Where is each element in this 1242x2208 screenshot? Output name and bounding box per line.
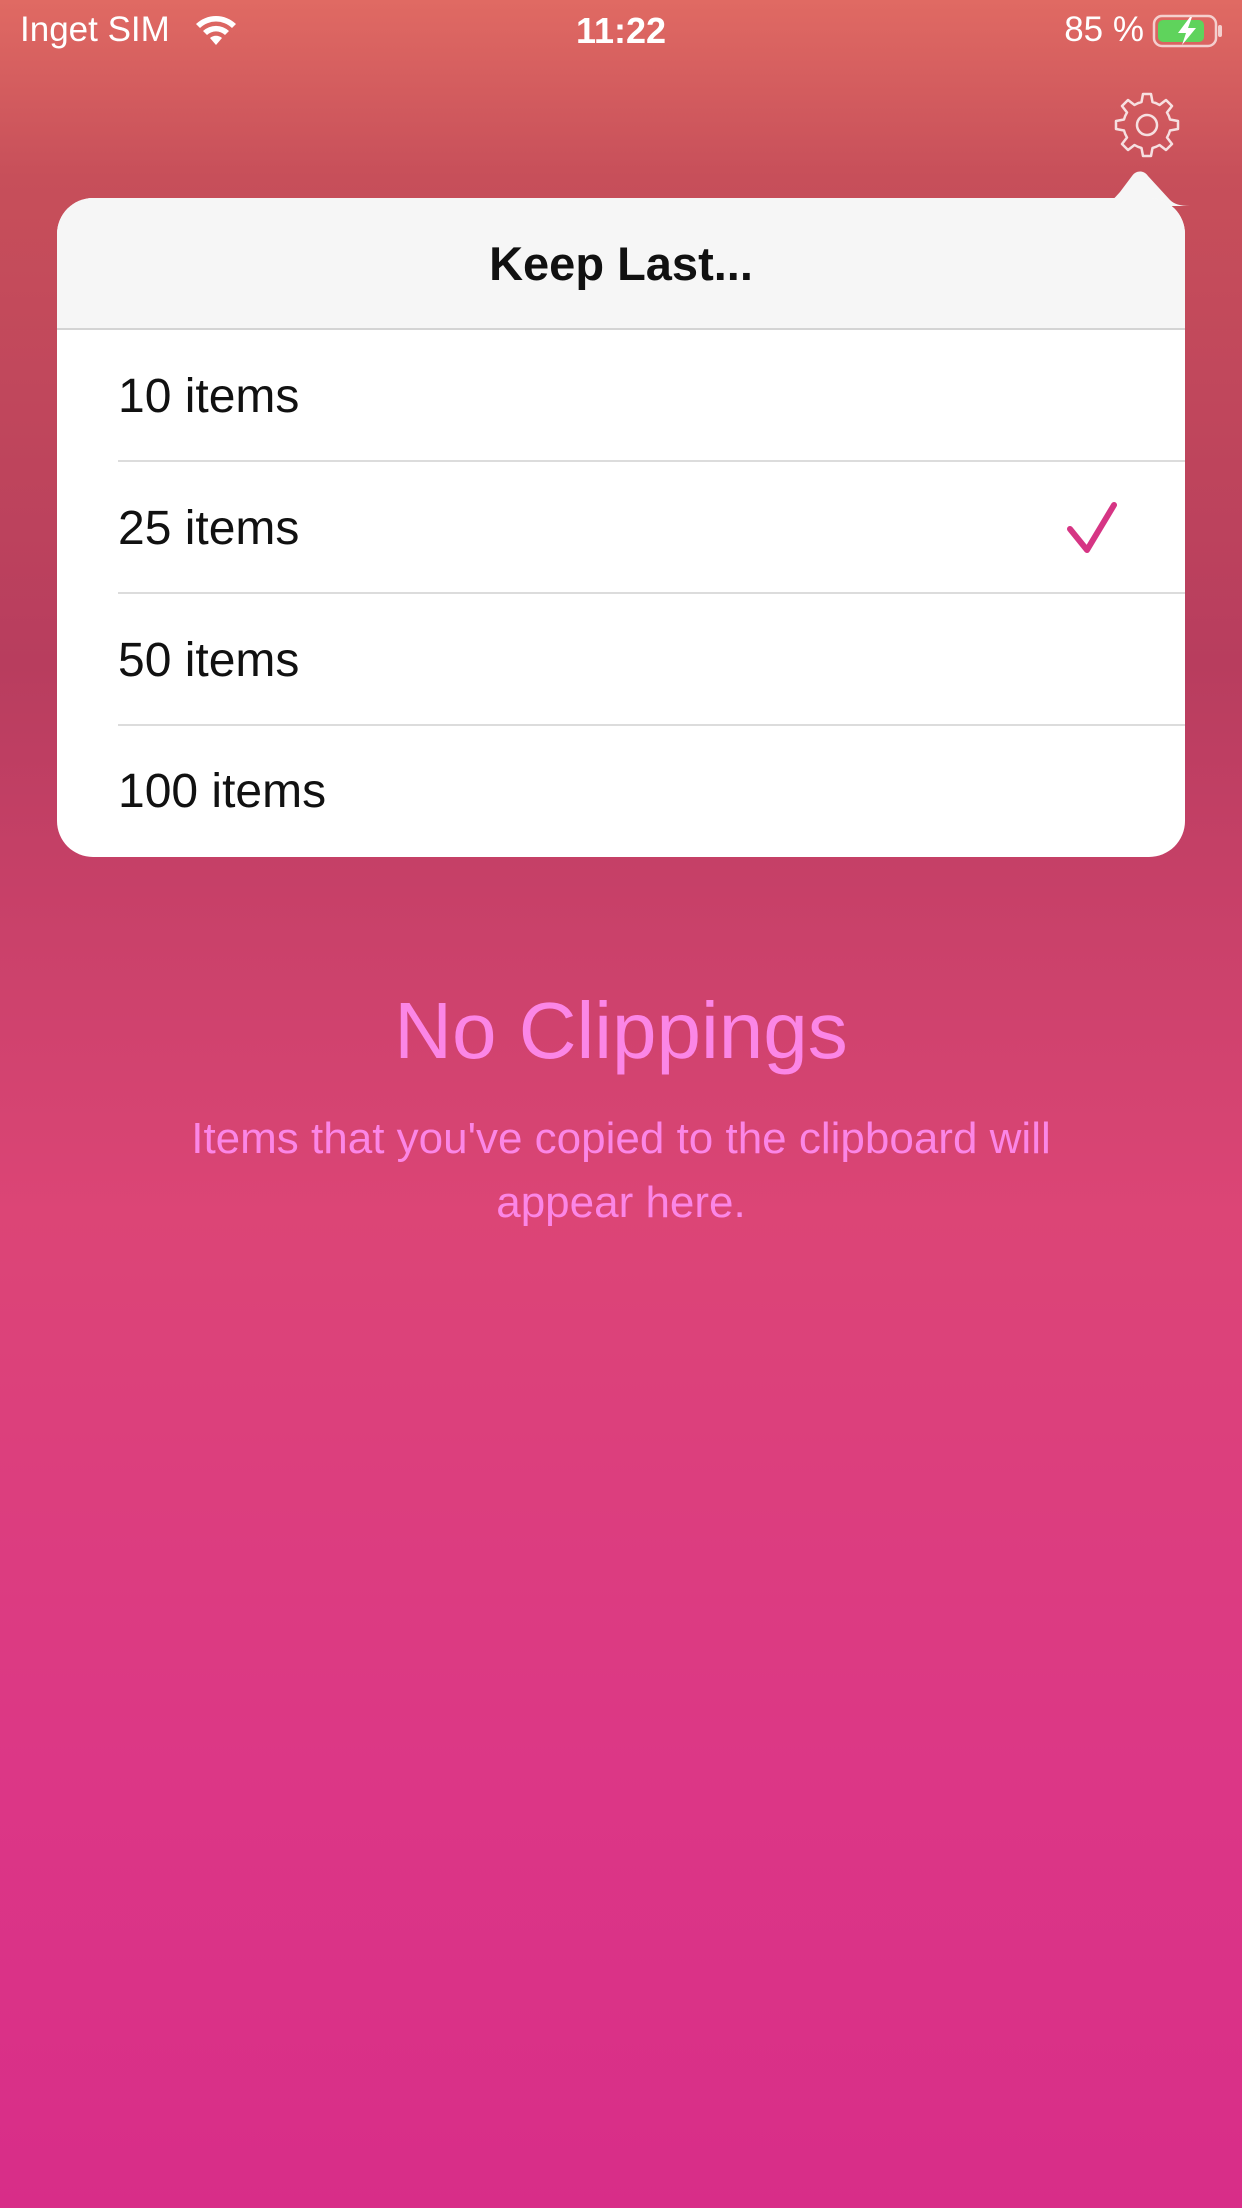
option-100-items[interactable]: 100 items — [57, 726, 1185, 856]
popover-title: Keep Last... — [57, 198, 1185, 330]
option-label: 100 items — [118, 764, 327, 818]
battery-percent: 85 % — [1064, 10, 1144, 49]
option-25-items[interactable]: 25 items — [57, 462, 1185, 594]
keep-last-popover: Keep Last... 10 items 25 items 50 items … — [57, 198, 1185, 857]
option-label: 25 items — [118, 501, 300, 555]
empty-state-title: No Clippings — [394, 986, 848, 1075]
option-50-items[interactable]: 50 items — [57, 594, 1185, 726]
empty-state-subtitle: Items that you've copied to the clipboar… — [191, 1114, 1051, 1227]
status-bar: Inget SIM 11:22 85 % — [0, 0, 1242, 60]
checkmark-icon — [1067, 502, 1117, 553]
status-time: 11:22 — [575, 10, 667, 51]
option-label: 10 items — [118, 369, 300, 423]
option-label: 50 items — [118, 633, 300, 687]
gear-icon[interactable] — [1112, 90, 1182, 160]
option-10-items[interactable]: 10 items — [57, 330, 1185, 462]
battery-charging-icon — [1152, 14, 1222, 48]
